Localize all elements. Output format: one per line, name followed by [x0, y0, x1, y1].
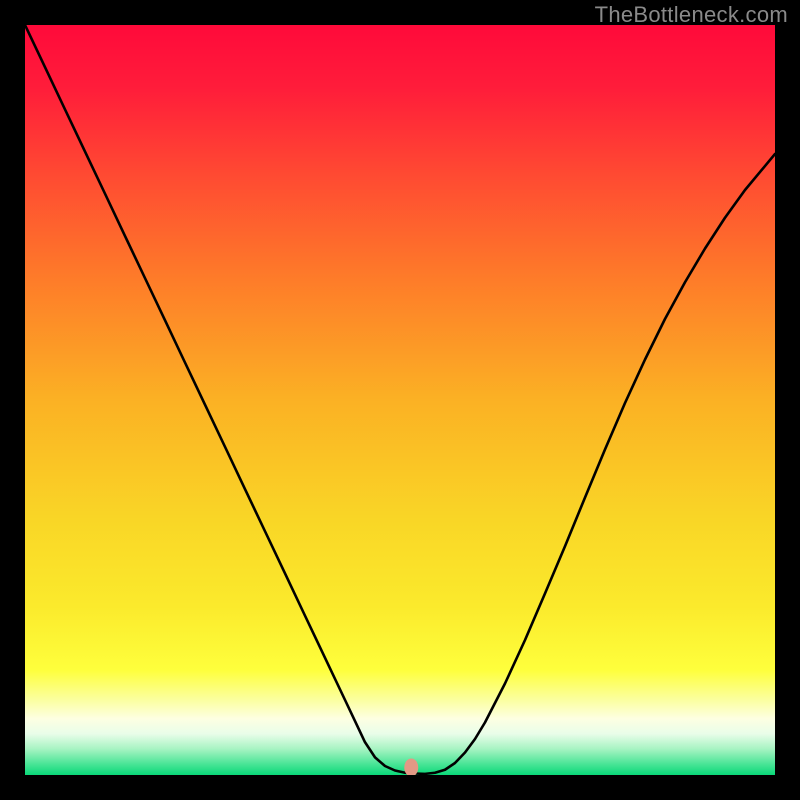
chart-container: TheBottleneck.com	[0, 0, 800, 800]
chart-background	[25, 25, 775, 775]
chart-svg	[25, 25, 775, 775]
